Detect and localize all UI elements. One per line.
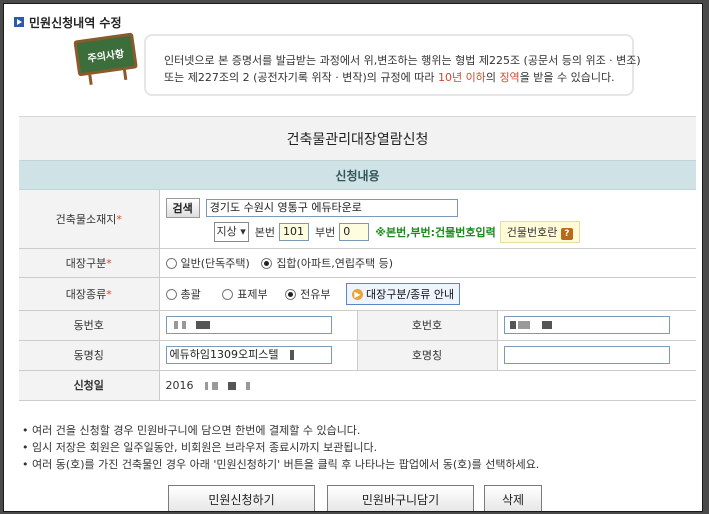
note-item: • 임시 저장은 회원은 일주일동안, 비회원은 브라우저 종료시까지 보관됩니… xyxy=(22,441,378,454)
land-type-select[interactable]: 지상 ▾ xyxy=(213,221,249,242)
sub-no-input[interactable]: 0 xyxy=(339,222,370,241)
page-header: 민원신청내역 수정 xyxy=(14,12,122,32)
question-icon: ? xyxy=(560,227,573,240)
sub-no-label: 부번 xyxy=(315,225,336,239)
ledger-type-summary-radio[interactable]: 총괄 xyxy=(165,288,201,301)
apply-date-value: 2016 xyxy=(158,370,696,401)
note-item: • 여러 동(호)를 가진 건축물인 경우 아래 '민원신청하기' 버튼을 클릭… xyxy=(22,458,540,471)
ledger-guide-button[interactable]: ▶ 대장구분/종류 안내 xyxy=(346,282,461,305)
legal-notice: 인터넷으로 본 증명서를 발급받는 과정에서 위,변조하는 행위는 형법 제22… xyxy=(144,34,641,96)
name-row: 동명칭 에듀하임1309오피스텔 호명칭 xyxy=(19,340,696,371)
ledger-type-label: 대장종류* xyxy=(19,277,159,311)
building-no-help-button[interactable]: 건물번호란 ? xyxy=(499,220,580,243)
location-row: 건축물소재지* 검색 경기도 수원시 영통구 에듀타운로 지상 ▾ 본번 101… xyxy=(19,190,696,249)
ledger-type-row: 대장종류* 총괄 표제부 전유부 ▶ 대장구분/종류 안내 xyxy=(19,277,696,311)
dong-name-input[interactable]: 에듀하임1309오피스텔 xyxy=(165,346,332,364)
dong-no-label: 동번호 xyxy=(19,310,159,341)
apply-button[interactable]: 민원신청하기 xyxy=(168,485,315,511)
dong-name-label: 동명칭 xyxy=(19,340,159,371)
delete-button[interactable]: 삭제 xyxy=(484,485,542,511)
notice-board-label: 주의사항 xyxy=(73,32,138,77)
notes-list: • 여러 건을 신청할 경우 민원바구니에 담으면 한번에 결제할 수 있습니다… xyxy=(22,422,539,473)
main-no-label: 본번 xyxy=(254,225,276,239)
dong-no-input[interactable] xyxy=(165,316,332,334)
window: 민원신청내역 수정 주의사항 인터넷으로 본 증명서를 발급받는 과정에서 위,… xyxy=(3,3,703,512)
address-search-button[interactable]: 검색 xyxy=(165,197,200,218)
apply-date-label: 신청일 xyxy=(19,370,159,401)
note-item: • 여러 건을 신청할 경우 민원바구니에 담으면 한번에 결제할 수 있습니다… xyxy=(22,424,361,437)
ho-no-input[interactable] xyxy=(503,316,670,334)
form-title: 건축물관리대장열람신청 xyxy=(19,116,696,160)
notice-line-1: 인터넷으로 본 증명서를 발급받는 과정에서 위,변조하는 행위는 형법 제22… xyxy=(164,54,641,67)
add-to-basket-button[interactable]: 민원바구니담기 xyxy=(327,485,474,511)
building-no-hint: ※본번,부번:건물번호입력 xyxy=(375,225,496,239)
notice-board-icon: 주의사항 xyxy=(73,28,145,87)
bullet-arrow-icon xyxy=(14,17,24,27)
ledger-class-label: 대장구분* xyxy=(19,248,159,278)
arrow-circle-icon: ▶ xyxy=(352,289,363,300)
application-form: 건축물소재지* 검색 경기도 수원시 영통구 에듀타운로 지상 ▾ 본번 101… xyxy=(19,190,696,401)
notice-line-2: 또는 제227조의 2 (공전자기록 위작 · 변작)의 규정에 따라 10년 … xyxy=(164,71,615,84)
page-title: 민원신청내역 수정 xyxy=(29,15,122,30)
action-buttons: 민원신청하기 민원바구니담기 삭제 xyxy=(4,485,702,511)
ho-name-label: 호명칭 xyxy=(356,340,497,371)
ledger-class-general-radio[interactable]: 일반(단독주택) xyxy=(165,257,250,270)
main-no-input[interactable]: 101 xyxy=(279,222,310,241)
form-subtitle: 신청내용 xyxy=(19,160,696,190)
ledger-class-row: 대장구분* 일반(단독주택) 집합(아파트,연립주택 등) xyxy=(19,248,696,278)
address-input[interactable]: 경기도 수원시 영통구 에듀타운로 xyxy=(205,198,458,217)
location-label: 건축물소재지* xyxy=(19,190,159,249)
ho-no-label: 호번호 xyxy=(356,310,497,341)
ho-name-input[interactable] xyxy=(503,346,670,364)
date-row: 신청일 2016 xyxy=(19,370,696,401)
ledger-class-aggregate-radio[interactable]: 집합(아파트,연립주택 등) xyxy=(261,257,393,270)
ledger-type-title-radio[interactable]: 표제부 xyxy=(222,288,268,301)
number-row: 동번호 호번호 xyxy=(19,310,696,341)
ledger-type-unit-radio[interactable]: 전유부 xyxy=(285,288,331,301)
